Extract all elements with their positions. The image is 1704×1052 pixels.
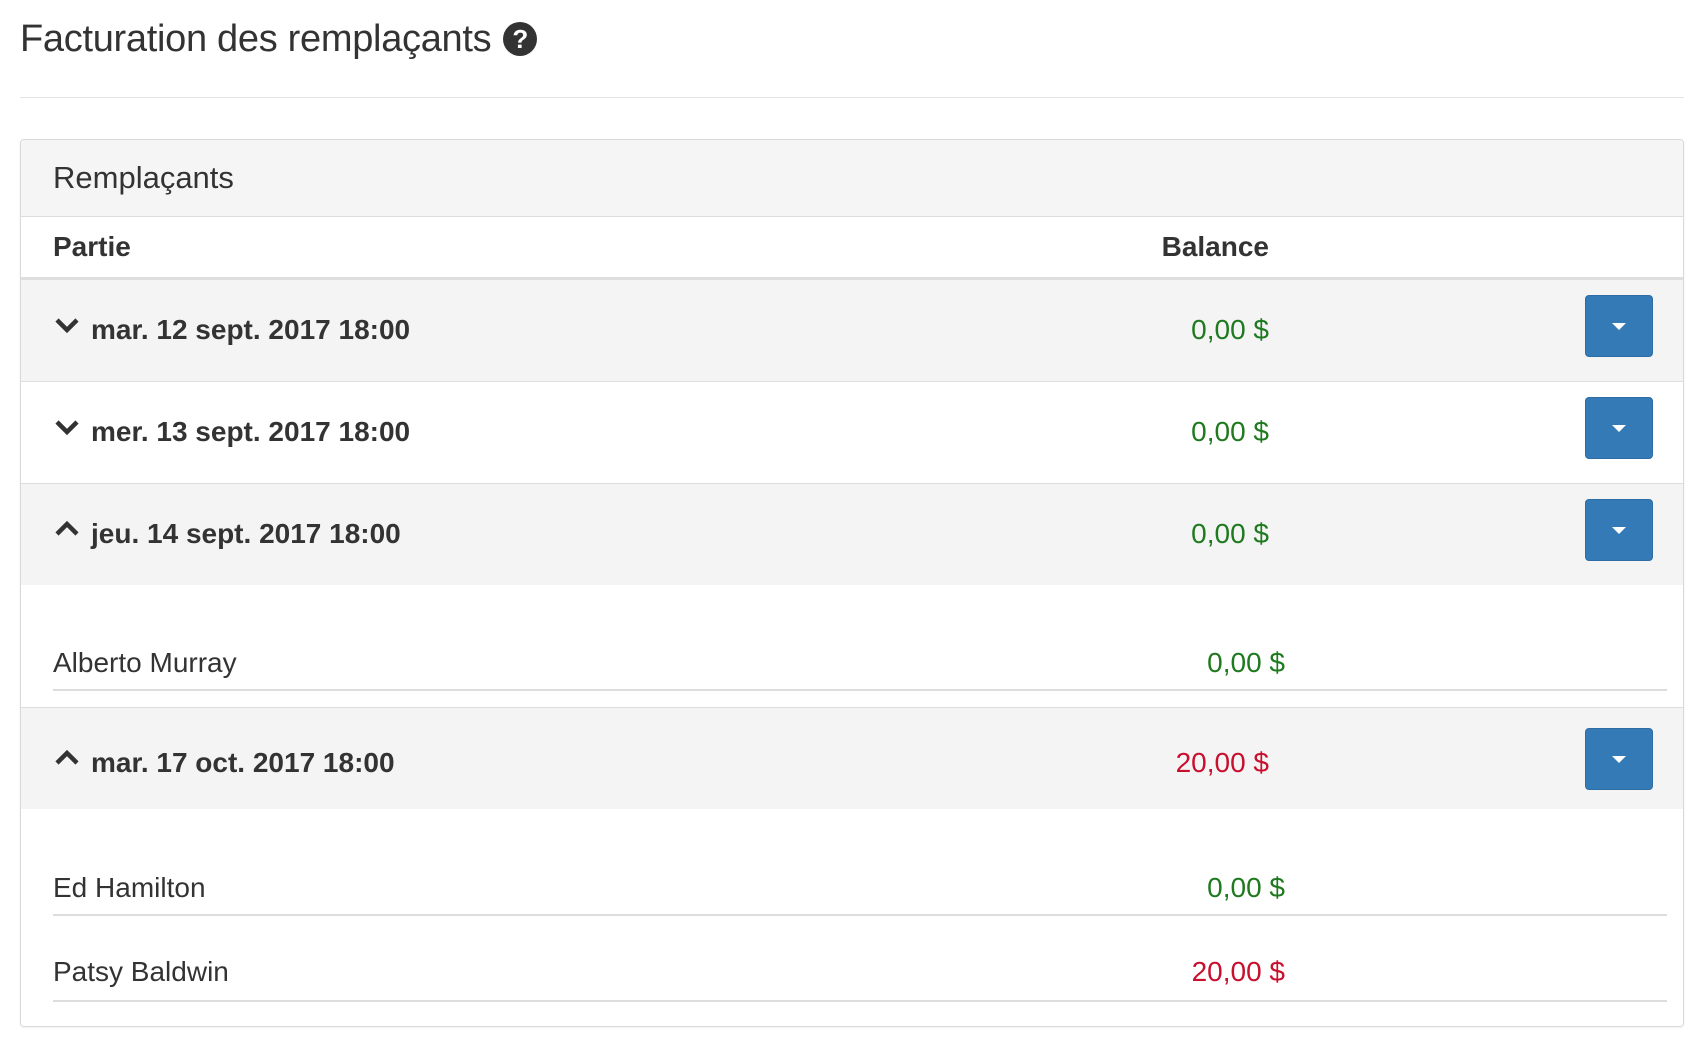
header-divider	[20, 97, 1684, 98]
game-balance: 0,00 $	[1191, 518, 1269, 549]
game-actions-dropdown-button[interactable]	[1585, 397, 1653, 459]
caret-down-icon	[1612, 527, 1626, 534]
caret-down-icon	[1612, 323, 1626, 330]
game-balance: 0,00 $	[1191, 416, 1269, 447]
game-row[interactable]: mar. 17 oct. 2017 18:00 20,00 $	[21, 708, 1683, 809]
player-name: Alberto Murray	[53, 647, 237, 678]
player-name: Ed Hamilton	[53, 872, 206, 903]
chevron-down-icon[interactable]	[53, 413, 81, 441]
game-details: Alberto Murray 0,00 $	[21, 585, 1683, 708]
game-actions-dropdown-button[interactable]	[1585, 728, 1653, 790]
column-header-balance: Balance	[1161, 231, 1269, 262]
chevron-down-icon[interactable]	[53, 311, 81, 339]
game-date-label: mer. 13 sept. 2017 18:00	[91, 416, 411, 447]
page-header: Facturation des remplaçants ?	[20, 14, 538, 64]
player-balance: 20,00 $	[1191, 956, 1285, 987]
player-row: Alberto Murray 0,00 $	[53, 585, 1667, 691]
panel-heading: Remplaçants	[21, 140, 1683, 217]
game-row[interactable]: mar. 12 sept. 2017 18:00 0,00 $	[21, 280, 1683, 382]
game-row[interactable]: jeu. 14 sept. 2017 18:00 0,00 $	[21, 484, 1683, 585]
player-balance: 0,00 $	[1207, 872, 1285, 903]
caret-down-icon	[1612, 756, 1626, 763]
table-header: Partie Balance	[21, 217, 1683, 280]
chevron-up-icon[interactable]	[53, 744, 81, 772]
game-actions-dropdown-button[interactable]	[1585, 499, 1653, 561]
game-actions-dropdown-button[interactable]	[1585, 295, 1653, 357]
player-balance: 0,00 $	[1207, 647, 1285, 678]
player-name: Patsy Baldwin	[53, 956, 229, 987]
player-row: Patsy Baldwin 20,00 $	[53, 916, 1667, 1002]
game-row[interactable]: mer. 13 sept. 2017 18:00 0,00 $	[21, 382, 1683, 484]
replacements-panel: Remplaçants Partie Balance mar. 12 sept.…	[20, 139, 1684, 1027]
game-balance: 0,00 $	[1191, 314, 1269, 345]
player-row: Ed Hamilton 0,00 $	[53, 810, 1667, 916]
panel-title: Remplaçants	[53, 160, 234, 195]
chevron-up-icon[interactable]	[53, 515, 81, 543]
game-balance: 20,00 $	[1175, 747, 1269, 778]
column-header-partie: Partie	[53, 231, 131, 262]
caret-down-icon	[1612, 425, 1626, 432]
game-date-label: jeu. 14 sept. 2017 18:00	[91, 518, 401, 549]
game-details: Ed Hamilton 0,00 $ Patsy Baldwin 20,00 $	[21, 810, 1683, 1026]
question-circle-icon[interactable]: ?	[503, 22, 538, 56]
game-date-label: mar. 12 sept. 2017 18:00	[91, 314, 411, 345]
page-title: Facturation des remplaçants	[20, 17, 492, 60]
game-date-label: mar. 17 oct. 2017 18:00	[91, 747, 395, 778]
